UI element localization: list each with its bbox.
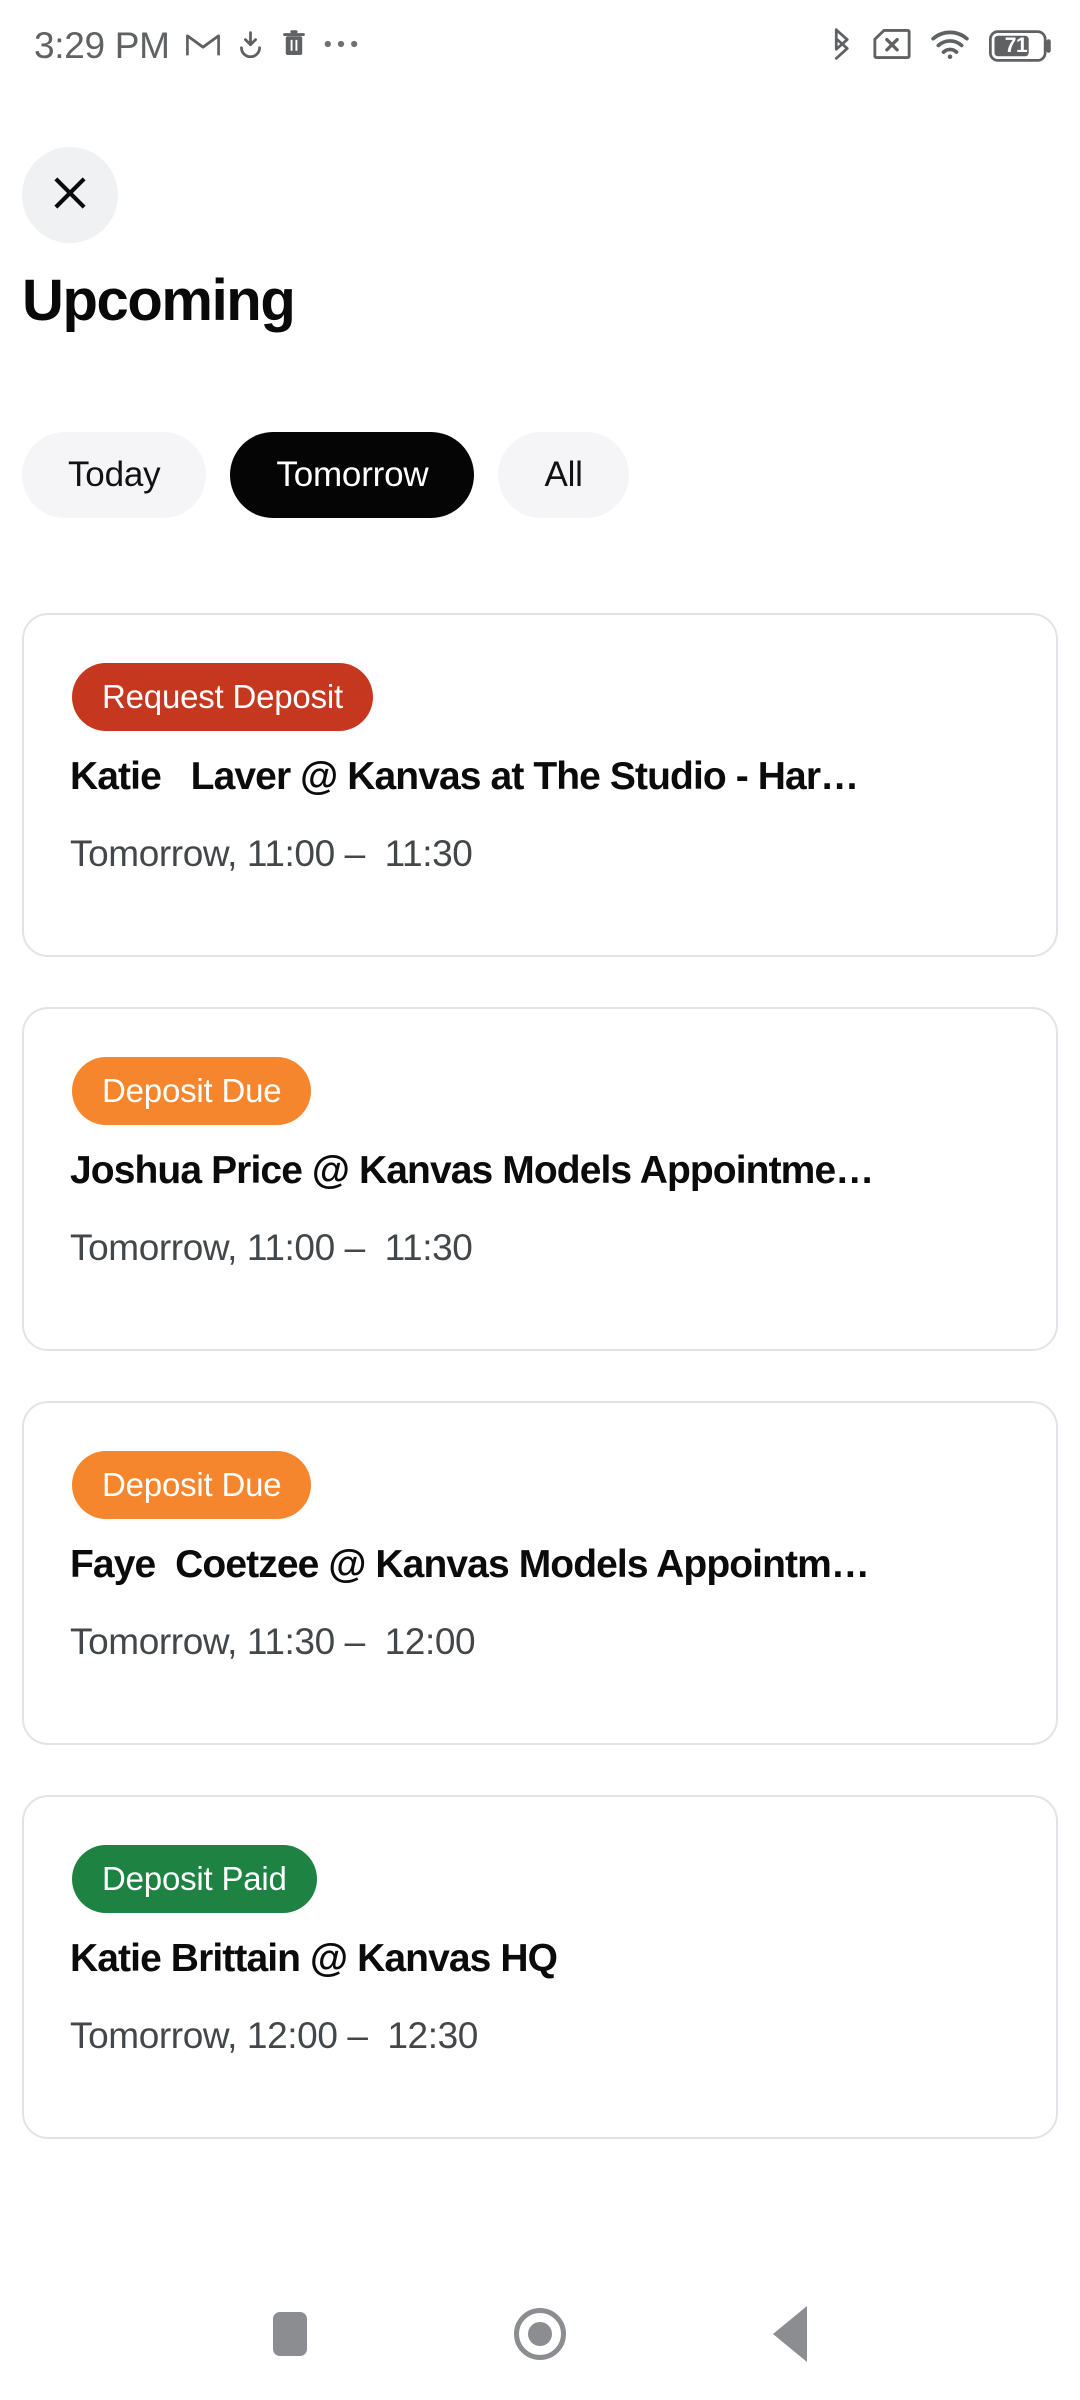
gmail-icon — [185, 31, 220, 62]
appointment-time: Tomorrow, 11:00 – 11:30 — [70, 1227, 473, 1268]
status-bar-right: 71 — [829, 27, 1052, 66]
appointment-card-list[interactable]: Request Deposit Katie Laver @ Kanvas at … — [22, 613, 1058, 2267]
appointment-time: Tomorrow, 11:30 – 12:00 — [70, 1621, 476, 1662]
triangle-back-icon — [773, 2305, 807, 2362]
appointment-title: Faye Coetzee @ Kanvas Models Appointm… — [70, 1543, 870, 1586]
close-icon — [50, 173, 90, 218]
circle-home-icon — [514, 2307, 566, 2360]
appointment-card[interactable]: Deposit Due Joshua Price @ Kanvas Models… — [22, 1007, 1058, 1351]
status-badge: Deposit Due — [72, 1451, 312, 1519]
status-bar: 3:29 PM 71 — [0, 0, 1080, 92]
appointment-card[interactable]: Deposit Paid Katie Brittain @ Kanvas HQ … — [22, 1795, 1058, 2139]
status-bar-left: 3:29 PM — [34, 25, 359, 67]
appointment-card[interactable]: Deposit Due Faye Coetzee @ Kanvas Models… — [22, 1401, 1058, 1745]
appointment-title: Katie Laver @ Kanvas at The Studio - Har… — [70, 755, 859, 798]
android-nav-bar — [0, 2267, 1080, 2400]
battery-level-label: 71 — [1004, 34, 1028, 57]
appointment-time: Tomorrow, 11:00 – 11:30 — [70, 833, 473, 874]
nav-recents-button[interactable] — [165, 2311, 415, 2356]
status-badge: Request Deposit — [72, 663, 373, 731]
appointment-card[interactable]: Request Deposit Katie Laver @ Kanvas at … — [22, 613, 1058, 957]
nav-back-button[interactable] — [665, 2305, 915, 2362]
appointment-title: Joshua Price @ Kanvas Models Appointme… — [70, 1149, 874, 1192]
page-title: Upcoming — [22, 268, 296, 333]
sim-card-off-icon — [873, 28, 911, 64]
app-screen: 3:29 PM 71 Upcoming Today Tomorrow All R… — [0, 0, 1080, 2400]
square-recents-icon — [273, 2311, 307, 2356]
close-button[interactable] — [22, 147, 118, 243]
filter-pill-all[interactable]: All — [498, 432, 629, 518]
filter-pill-group: Today Tomorrow All — [22, 432, 629, 518]
status-badge: Deposit Paid — [72, 1845, 317, 1913]
bluetooth-icon — [829, 27, 854, 66]
filter-pill-tomorrow[interactable]: Tomorrow — [230, 432, 475, 518]
appointment-time: Tomorrow, 12:00 – 12:30 — [70, 2015, 478, 2056]
nav-home-button[interactable] — [415, 2307, 665, 2360]
filter-pill-today[interactable]: Today — [22, 432, 207, 518]
wifi-icon — [930, 28, 970, 64]
appointment-title: Katie Brittain @ Kanvas HQ — [70, 1937, 558, 1980]
battery-icon: 71 — [989, 30, 1052, 62]
status-badge: Deposit Due — [72, 1057, 312, 1125]
trash-icon — [281, 29, 307, 63]
status-clock: 3:29 PM — [34, 25, 170, 66]
download-icon — [236, 29, 265, 63]
overflow-dots-icon — [323, 37, 359, 55]
